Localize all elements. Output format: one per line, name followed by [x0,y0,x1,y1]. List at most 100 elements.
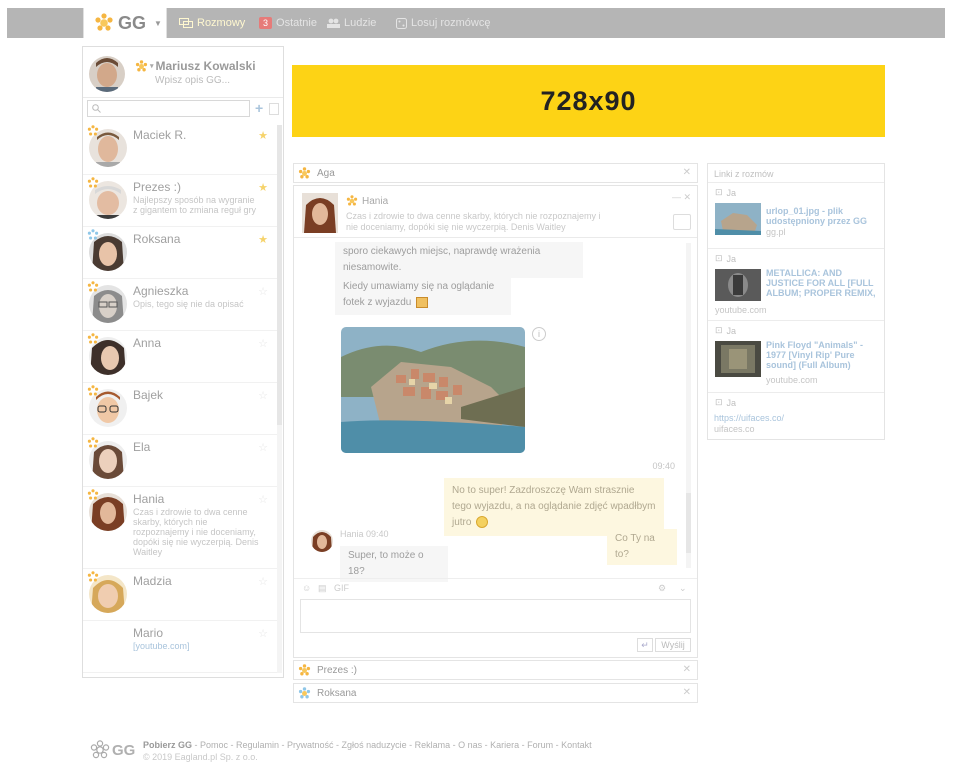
window-controls: — ✕ [672,192,691,203]
my-profile[interactable]: ▾ Mariusz Kowalski Wpisz opis GG... [83,47,283,98]
info-icon[interactable]: i [532,327,546,341]
tab-losuj-label: Losuj rozmówcę [411,17,491,29]
favorite-star-icon[interactable]: ☆ [258,389,268,402]
favorite-star-icon[interactable]: ★ [258,233,268,246]
favorite-star-icon[interactable]: ☆ [258,575,268,588]
close-icon[interactable]: ✕ [683,664,691,675]
send-row: ↵ Wyślij [294,636,697,656]
tab-rozmowy[interactable]: Rozmowy [179,8,245,38]
send-button[interactable]: Wyślij [655,638,691,652]
favorite-star-icon[interactable]: ★ [258,181,268,194]
add-contact-icon[interactable]: + [255,100,263,116]
attach-icon[interactable]: ▤ [318,583,327,594]
ad-banner[interactable]: 728x90 [292,65,885,137]
contact-list: Maciek R. ★ Prezes :) Najlepszy sposób n… [83,123,278,673]
footer-links[interactable]: Pobierz GG - Pomoc - Regulamin - Prywatn… [143,740,592,750]
link-author-text: Ja [726,325,737,336]
message-input[interactable] [300,599,691,633]
chat-icon: ⊡ [715,253,723,263]
favorite-star-icon[interactable]: ☆ [258,441,268,454]
favorite-star-icon[interactable]: ★ [258,129,268,142]
compose-toolbar: ☺ ▤ GIF ⚙ ⌄ [294,578,697,598]
search-row: + [83,100,283,120]
conversation-scrollbar[interactable] [686,243,691,568]
chat-icon: ⊡ [715,325,723,335]
contact-name: Hania [133,492,165,506]
favorite-star-icon[interactable]: ☆ [258,627,268,640]
contact-item[interactable]: Maciek R. ★ [83,123,278,175]
enter-send-toggle-icon[interactable]: ↵ [637,638,653,652]
message-meta: Hania 09:40 [340,529,389,539]
contact-item[interactable]: Roksana ★ [83,227,278,279]
message-textarea[interactable] [301,600,690,632]
search-input[interactable] [106,102,246,115]
favorite-star-icon[interactable]: ☆ [258,493,268,506]
chat-header-roksana[interactable]: Roksana ✕ [293,683,698,703]
contact-book-icon[interactable] [269,103,279,115]
chat-header-prezes[interactable]: Prezes :) ✕ [293,660,698,680]
chat-header-aga[interactable]: Aga ✕ [293,163,698,183]
favorite-star-icon[interactable]: ☆ [258,285,268,298]
search-box[interactable] [87,100,250,117]
contact-description: Czas i zdrowie to dwa cenne skarby, któr… [133,507,259,557]
link-title[interactable]: METALLICA: AND JUSTICE FOR ALL [FULL ALB… [766,268,882,298]
tab-ludzie-label: Ludzie [344,17,377,29]
contact-description[interactable]: [youtube.com] [133,641,261,651]
close-icon[interactable]: ✕ [683,192,691,202]
emoticon-icon[interactable]: ☺ [302,583,311,593]
link-author-text: Ja [726,253,737,264]
download-gg-link[interactable]: Pobierz GG [143,740,192,750]
link-domain: uifaces.co [714,424,755,434]
link-item[interactable]: ⊡ Ja Pink Floyd "Animals" - 1977 [Vinyl R… [708,321,884,393]
link-title[interactable]: urlop_01.jpg - plik udostępniony przez G… [766,206,882,226]
shared-photo[interactable] [341,327,525,453]
contact-item[interactable]: Hania Czas i zdrowie to dwa cenne skarby… [83,487,278,569]
status-flower-icon [298,663,311,675]
add-person-icon[interactable] [673,214,691,230]
search-icon [92,104,101,113]
tab-losuj[interactable]: Losuj rozmówcę [396,8,490,38]
favorite-star-icon[interactable]: ☆ [258,337,268,350]
gg-flower-icon [90,740,110,759]
link-domain: gg.pl [766,227,786,237]
avatar [89,56,125,92]
contact-item[interactable]: Mario [youtube.com] ☆ [83,621,278,673]
contact-item[interactable]: Agnieszka Opis, tego się nie da opisać ☆ [83,279,278,331]
contact-item[interactable]: Ela ☆ [83,435,278,487]
gif-button[interactable]: GIF [334,583,349,593]
chat-icon: ⊡ [715,187,723,197]
status-flower-icon [87,385,99,396]
gg-flower-icon [95,13,113,31]
contact-name: Maciek R. [133,128,187,142]
contact-item[interactable]: Anna ☆ [83,331,278,383]
message-incoming: Super, to może o 18? [340,546,448,582]
conversation-description: Czas i zdrowie to dwa cenne skarby, któr… [346,211,601,232]
link-author: ⊡ Ja [715,325,736,336]
contacts-scrollbar[interactable] [277,125,282,673]
close-icon[interactable]: ✕ [683,167,691,178]
profile-description[interactable]: Wpisz opis GG... [155,75,230,86]
status-flower-icon [87,437,99,448]
tab-ludzie[interactable]: Ludzie [327,8,376,38]
contact-item[interactable]: Prezes :) Najlepszy sposób na wygranie z… [83,175,278,227]
link-item[interactable]: ⊡ Ja urlop_01.jpg - plik udostępniony prz… [708,183,884,249]
chat-name: Prezes :) [317,664,358,676]
people-icon [327,18,340,28]
scrollbar-thumb[interactable] [686,493,691,553]
tab-ostatnie-label: Ostatnie [276,17,317,29]
minimize-icon[interactable]: — [672,192,681,202]
contact-item[interactable]: Bajek ☆ [83,383,278,435]
more-icon[interactable]: ⌄ [679,583,687,594]
link-item[interactable]: ⊡ Ja https://uifaces.co/ uifaces.co [708,393,884,439]
link-title[interactable]: Pink Floyd "Animals" - 1977 [Vinyl Rip' … [766,340,882,370]
settings-icon[interactable]: ⚙ [658,583,666,594]
link-item[interactable]: ⊡ Ja METALLICA: AND JUSTICE FOR ALL [FULL… [708,249,884,321]
close-icon[interactable]: ✕ [683,687,691,698]
link-title[interactable]: https://uifaces.co/ [714,413,830,423]
scrollbar-thumb[interactable] [277,125,282,425]
footer-logo[interactable]: GG [90,740,135,760]
contact-item[interactable]: Madzia ☆ [83,569,278,621]
tab-ostatnie[interactable]: 3 Ostatnie [259,8,317,38]
footer-link-list[interactable]: - Pomoc - Regulamin - Prywatność - Zgłoś… [192,740,592,750]
gg-logo-menu[interactable]: GG ▼ [83,8,167,38]
